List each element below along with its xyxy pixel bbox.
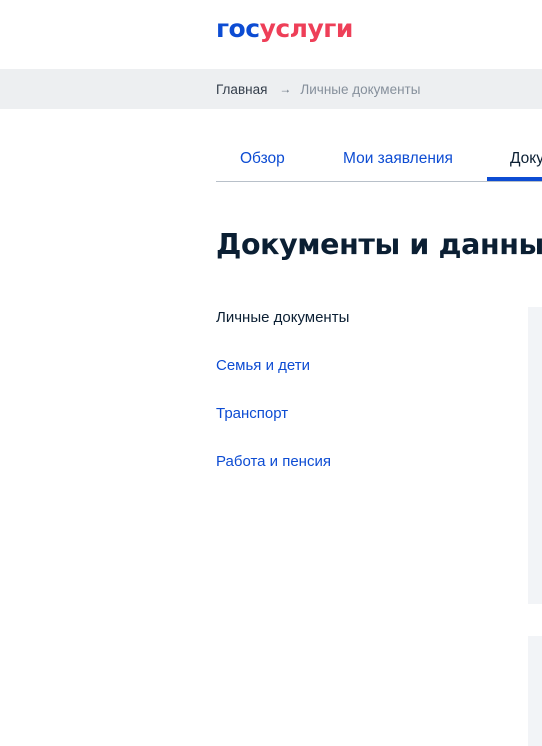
document-card[interactable] [528,307,542,604]
side-nav-item-personal-documents[interactable]: Личные документы [216,309,349,326]
active-tab-indicator [487,177,542,181]
breadcrumb-current: Личные документы [300,81,421,97]
logo-part-uslugi: услуги [259,14,354,43]
logo-part-gos: гос [216,14,260,43]
breadcrumb: Главная → Личные документы [216,69,420,109]
tab-documents[interactable]: Доку [510,150,542,168]
breadcrumb-home-link[interactable]: Главная [216,82,267,97]
document-card[interactable] [528,636,542,746]
tabs-bar: Обзор Мои заявления Доку [216,140,542,182]
tab-overview[interactable]: Обзор [240,150,285,168]
side-nav-item-work-and-pension[interactable]: Работа и пенсия [216,453,331,470]
page-title: Документы и данные [216,228,542,261]
tab-my-applications[interactable]: Мои заявления [343,150,453,168]
arrow-right-icon: → [279,82,292,96]
gosuslugi-logo[interactable]: госуслуги [216,14,353,44]
side-nav-item-transport[interactable]: Транспорт [216,405,288,422]
breadcrumb-bar: Главная → Личные документы [0,69,542,109]
side-nav-item-family-and-children[interactable]: Семья и дети [216,357,310,374]
